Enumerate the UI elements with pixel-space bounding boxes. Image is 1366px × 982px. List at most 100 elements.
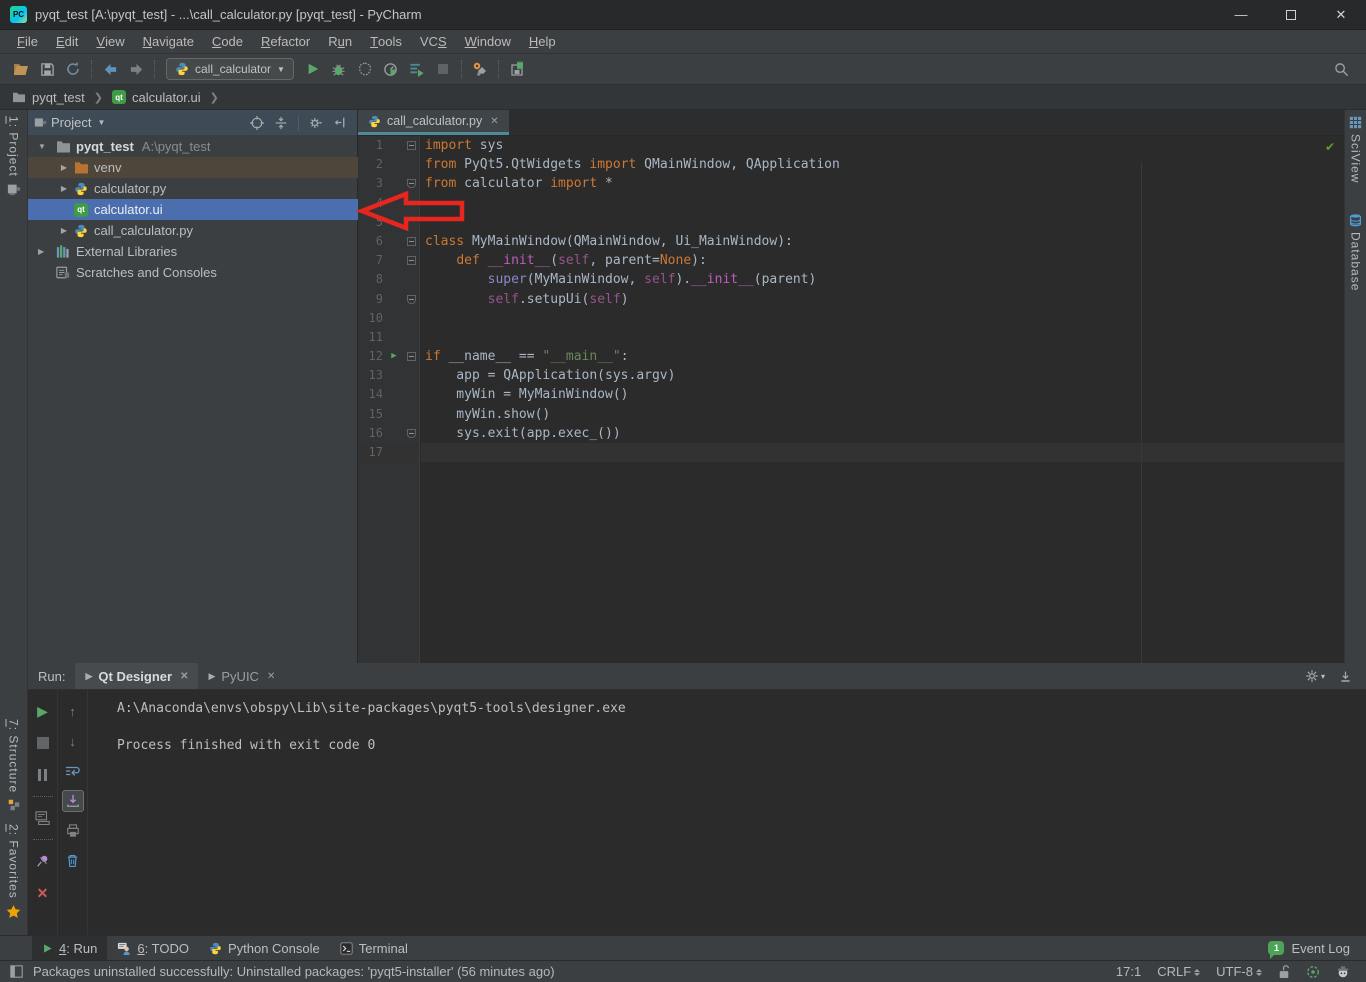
hide-panel-icon[interactable] [334,116,347,129]
code-line[interactable]: import sys [421,136,1344,155]
restore-layout-icon[interactable] [32,807,54,829]
save-all-icon[interactable] [34,57,60,81]
code-line[interactable]: super(MyMainWindow, self).__init__(paren… [421,270,1344,289]
chevron-right-icon[interactable]: ▶ [56,163,72,172]
code-line[interactable] [421,194,1344,213]
encoding-select[interactable]: UTF-8 [1216,964,1262,979]
menu-edit[interactable]: Edit [47,30,87,53]
event-log-button[interactable]: 1 Event Log [1268,941,1366,959]
menu-navigate[interactable]: Navigate [134,30,203,53]
settings-gear-icon[interactable] [309,116,324,130]
pause-output-icon[interactable] [32,764,54,786]
code-line[interactable]: self.setupUi(self) [421,290,1344,309]
search-everywhere-icon[interactable] [1328,57,1354,81]
tab-call-calculator-py[interactable]: call_calculator.py [358,110,509,135]
fold-marker-icon[interactable] [406,237,416,247]
hector-inspections-icon[interactable] [1336,965,1350,979]
code-line[interactable] [421,213,1344,232]
chevron-right-icon[interactable]: ▶ [56,184,72,193]
inspections-ok-icon[interactable] [1325,140,1335,154]
stop-icon[interactable] [430,57,456,81]
readonly-unlock-icon[interactable] [1278,964,1290,979]
stop-process-icon[interactable] [32,732,54,754]
background-tasks-icon[interactable] [1306,965,1320,979]
code-line[interactable]: app = QApplication(sys.argv) [421,366,1344,385]
pin-tab-icon[interactable] [32,850,54,872]
toolwindow-toggle-icon[interactable] [10,965,23,978]
code-line[interactable] [421,443,1344,463]
fold-marker-icon[interactable] [406,352,416,362]
minimize-button[interactable]: — [1234,7,1248,22]
tree-item-calculator-ui[interactable]: qt calculator.ui [28,199,358,220]
menu-file[interactable]: File [8,30,47,53]
code-line[interactable]: def __init__(self, parent=None): [421,251,1344,270]
code-line[interactable]: if __name__ == "__main__": [421,347,1344,366]
close-button[interactable]: ✕ [1334,7,1348,22]
chevron-right-icon[interactable]: ▶ [56,226,72,235]
fold-marker-icon[interactable] [406,294,416,304]
status-message[interactable]: Packages uninstalled successfully: Unins… [33,964,555,979]
menu-window[interactable]: Window [456,30,520,53]
run-tab-qt-designer[interactable]: ▶ Qt Designer [75,663,199,689]
tool-button-run[interactable]: 4: Run [32,936,108,960]
line-separator-select[interactable]: CRLF [1157,964,1201,979]
code-lines[interactable]: import sys from PyQt5.QtWidgets import QM… [421,136,1344,663]
sync-icon[interactable] [60,57,86,81]
tree-item-root[interactable]: ▼ pyqt_test A:\pyqt_test [28,136,358,157]
code-editor[interactable]: 1 2 3 4 5 6 7 8 9 10 11 12 ▶ 13 14 15 16 17 import sys fro… [358,136,1344,663]
collapse-all-icon[interactable] [274,116,288,130]
soft-wrap-icon[interactable] [62,760,84,782]
run-console-output[interactable]: A:\Anaconda\envs\obspy\Lib\site-packages… [89,690,1366,935]
code-line[interactable] [421,309,1344,328]
scroll-to-end-icon[interactable] [61,790,84,812]
print-icon[interactable] [62,820,84,842]
fold-marker-icon[interactable] [406,141,416,151]
up-stacktrace-icon[interactable]: ↑ [62,700,84,722]
profiler-icon[interactable] [378,57,404,81]
rerun-icon[interactable]: ▶ [32,700,54,722]
run-settings-gear-icon[interactable]: ▾ [1305,669,1325,683]
tree-item-external-libraries[interactable]: ▶ External Libraries [28,241,358,262]
forward-icon[interactable] [123,57,149,81]
menu-run[interactable]: Run [319,30,361,53]
hide-tool-window-icon[interactable] [1339,670,1352,683]
chevron-down-icon[interactable]: ▼ [28,142,46,151]
run-icon[interactable] [300,57,326,81]
fold-marker-icon[interactable] [406,179,416,189]
breadcrumb-file[interactable]: qt calculator.ui [110,90,203,105]
tool-button-todo[interactable]: 6: TODO [107,936,199,960]
code-line[interactable]: sys.exit(app.exec_()) [421,424,1344,443]
menu-view[interactable]: View [87,30,133,53]
clear-console-icon[interactable] [62,850,84,872]
close-tab-icon[interactable] [180,671,188,682]
tree-item-venv[interactable]: ▶ venv [28,157,358,178]
maximize-button[interactable] [1284,8,1298,22]
tool-button-database[interactable]: Database [1349,207,1363,297]
tree-item-call-calculator-py[interactable]: ▶ call_calculator.py [28,220,358,241]
locate-file-icon[interactable] [250,115,264,130]
back-icon[interactable] [97,57,123,81]
code-line[interactable]: class MyMainWindow(QMainWindow, Ui_MainW… [421,232,1344,251]
run-line-icon[interactable]: ▶ [385,347,403,366]
chevron-right-icon[interactable]: ▶ [28,247,44,256]
tool-button-sciview[interactable]: SciView [1349,110,1363,189]
menu-code[interactable]: Code [203,30,252,53]
code-line[interactable]: myWin = MyMainWindow() [421,385,1344,404]
tool-button-python-console[interactable]: Python Console [199,936,330,960]
tree-item-scratches[interactable]: Scratches and Consoles [28,262,358,283]
coverage-icon[interactable] [352,57,378,81]
manage-packages-icon[interactable] [504,57,530,81]
run-tab-pyuic[interactable]: ▶ PyUIC [198,663,285,689]
sdk-wrench-icon[interactable] [467,57,493,81]
fold-marker-icon[interactable] [406,256,416,266]
menu-refactor[interactable]: Refactor [252,30,319,53]
run-with-coverage-icon[interactable] [404,57,430,81]
close-tab-icon[interactable] [267,671,275,682]
project-panel-header[interactable]: Project ▼ [28,110,357,135]
tool-button-structure[interactable]: 7: Structure [7,713,21,818]
tool-button-favorites[interactable]: 2: Favorites [6,818,21,925]
debug-icon[interactable] [326,57,352,81]
code-line[interactable]: myWin.show() [421,405,1344,424]
breadcrumb-project[interactable]: pyqt_test [10,90,87,105]
menu-tools[interactable]: Tools [361,30,411,53]
